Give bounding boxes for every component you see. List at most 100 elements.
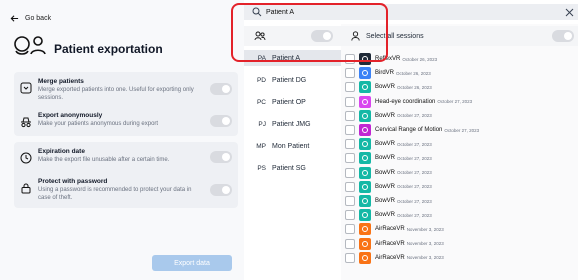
session-checkbox[interactable]	[345, 210, 355, 221]
session-name: BowVR	[375, 198, 396, 204]
option-description: Make the export file unusable after a ce…	[38, 157, 170, 163]
app-thumbnail-icon	[359, 195, 371, 207]
session-checkbox[interactable]	[345, 224, 355, 235]
session-checkbox[interactable]	[345, 238, 355, 249]
export-settings-panel: Go back Patient exportation Merge patien…	[0, 0, 244, 280]
session-name: AirRaceVR	[375, 240, 405, 247]
patient-name: Mon Patient	[272, 142, 310, 150]
option-protect-password: Protect with password Using a password i…	[14, 172, 238, 208]
patient-list-item[interactable]: MP Mon Patient	[244, 138, 341, 154]
app-thumbnail-icon	[359, 124, 371, 136]
patient-list-item[interactable]: PS Patient SG	[244, 160, 341, 176]
patients-group-icon	[12, 34, 48, 63]
patient-initials: PC	[256, 98, 266, 106]
session-checkbox[interactable]	[345, 181, 355, 192]
session-name: BowVR	[375, 183, 396, 190]
export-data-button[interactable]: Export data	[152, 255, 232, 271]
session-checkbox[interactable]	[345, 153, 355, 164]
session-checkbox[interactable]	[345, 54, 355, 64]
session-list-item[interactable]: BowVR October 27, 2023	[345, 152, 432, 165]
patient-initials: PS	[257, 164, 266, 172]
session-date: November 3, 2023	[406, 226, 444, 232]
session-checkbox[interactable]	[345, 110, 355, 121]
session-checkbox[interactable]	[345, 196, 355, 206]
session-list-item[interactable]: Head-eye coordination October 27, 2023	[345, 95, 472, 108]
patient-name: Patient A	[272, 54, 301, 62]
select-all-sessions-toggle[interactable]	[552, 30, 574, 42]
session-list-item[interactable]: BowVR October 26, 2023	[345, 81, 432, 94]
session-name: BirdVR	[375, 70, 395, 77]
protect-password-toggle[interactable]	[210, 184, 232, 196]
session-checkbox[interactable]	[345, 252, 355, 263]
patient-list-item[interactable]: PJ Patient JMG	[244, 116, 341, 132]
close-icon[interactable]	[565, 8, 574, 17]
app-thumbnail-icon	[359, 138, 371, 151]
incognito-icon	[20, 115, 32, 128]
session-list-item[interactable]: BirdVR October 26, 2023	[345, 67, 431, 80]
select-all-patients-toggle[interactable]	[311, 30, 333, 42]
app-thumbnail-icon	[359, 251, 371, 264]
back-link[interactable]: Go back	[10, 14, 51, 23]
session-checkbox[interactable]	[345, 82, 355, 93]
session-list-item[interactable]: BowVR October 27, 2023	[345, 209, 432, 222]
expiration-date-toggle[interactable]	[210, 151, 232, 163]
session-date: November 3, 2023	[406, 241, 444, 247]
session-name: AirRaceVR	[375, 254, 405, 261]
session-checkbox[interactable]	[345, 139, 355, 150]
patient-initials: PJ	[258, 120, 266, 128]
export-anonymously-toggle[interactable]	[210, 115, 232, 127]
patient-list-item[interactable]: PA Patient A	[244, 50, 341, 66]
option-export-anonymously: Export anonymously Make your patients an…	[14, 106, 238, 136]
clock-icon	[20, 151, 32, 164]
session-date: October 27, 2023	[397, 198, 432, 204]
session-list-item[interactable]: BowVR October 27, 2023	[345, 166, 432, 179]
app-thumbnail-icon	[359, 109, 371, 122]
session-date: October 26, 2023	[402, 56, 438, 62]
session-list-item[interactable]: BowVR October 27, 2023	[345, 109, 432, 122]
option-title: Export anonymously	[38, 112, 103, 119]
session-name: BowVR	[375, 155, 396, 162]
patient-name: Patient SG	[272, 164, 306, 172]
session-date: October 27, 2023	[397, 155, 432, 161]
session-name: Cervical Range of Motion	[375, 127, 443, 133]
session-checkbox[interactable]	[345, 125, 355, 135]
patient-initials: PD	[256, 76, 266, 84]
option-description: Make your patients anonymous during expo…	[38, 121, 159, 127]
app-thumbnail-icon	[359, 209, 371, 222]
patient-initials: PA	[257, 54, 266, 62]
select-all-label: Select all sessions	[366, 32, 424, 40]
session-name: Head-eye coordination	[375, 98, 436, 105]
patient-name: Patient JMG	[272, 120, 311, 128]
session-checkbox[interactable]	[345, 167, 355, 178]
session-name: BowVR	[375, 169, 396, 176]
session-name: ReflexVR	[375, 56, 401, 62]
options-group-2: Expiration date Make the export file unu…	[14, 142, 238, 208]
session-list-item[interactable]: ReflexVR October 26, 2023	[345, 53, 437, 65]
option-description: Merge exported patients into one. Useful…	[38, 87, 194, 101]
session-checkbox[interactable]	[345, 96, 355, 107]
options-group-1: Merge patients Merge exported patients i…	[14, 72, 238, 136]
session-list-item[interactable]: BowVR October 27, 2023	[345, 195, 432, 207]
patient-search-input[interactable]	[266, 6, 466, 18]
app-thumbnail-icon	[359, 237, 371, 250]
merge-patients-toggle[interactable]	[210, 83, 232, 95]
app-thumbnail-icon	[359, 67, 371, 80]
patient-initials: MP	[256, 142, 266, 150]
search-icon	[252, 7, 262, 17]
session-list-item[interactable]: AirRaceVR November 3, 2023	[345, 223, 444, 236]
session-list-item[interactable]: AirRaceVR November 3, 2023	[345, 237, 444, 250]
patient-name: Patient DG	[272, 76, 307, 84]
patient-list-item[interactable]: PC Patient OP	[244, 94, 341, 110]
session-list-item[interactable]: Cervical Range of Motion October 27, 2023	[345, 124, 479, 136]
select-all-sessions-row: Select all sessions	[341, 26, 578, 46]
patient-list-item[interactable]: PD Patient DG	[244, 72, 341, 88]
session-date: October 27, 2023	[397, 170, 432, 176]
session-list-item[interactable]: AirRaceVR November 3, 2023	[345, 251, 444, 264]
option-merge-patients: Merge patients Merge exported patients i…	[14, 72, 238, 106]
user-icon	[351, 31, 360, 41]
session-list-item[interactable]: BowVR October 27, 2023	[345, 180, 432, 193]
app-thumbnail-icon	[359, 166, 371, 179]
session-list-item[interactable]: BowVR October 27, 2023	[345, 138, 432, 151]
session-name: AirRaceVR	[375, 226, 405, 233]
session-checkbox[interactable]	[345, 68, 355, 79]
